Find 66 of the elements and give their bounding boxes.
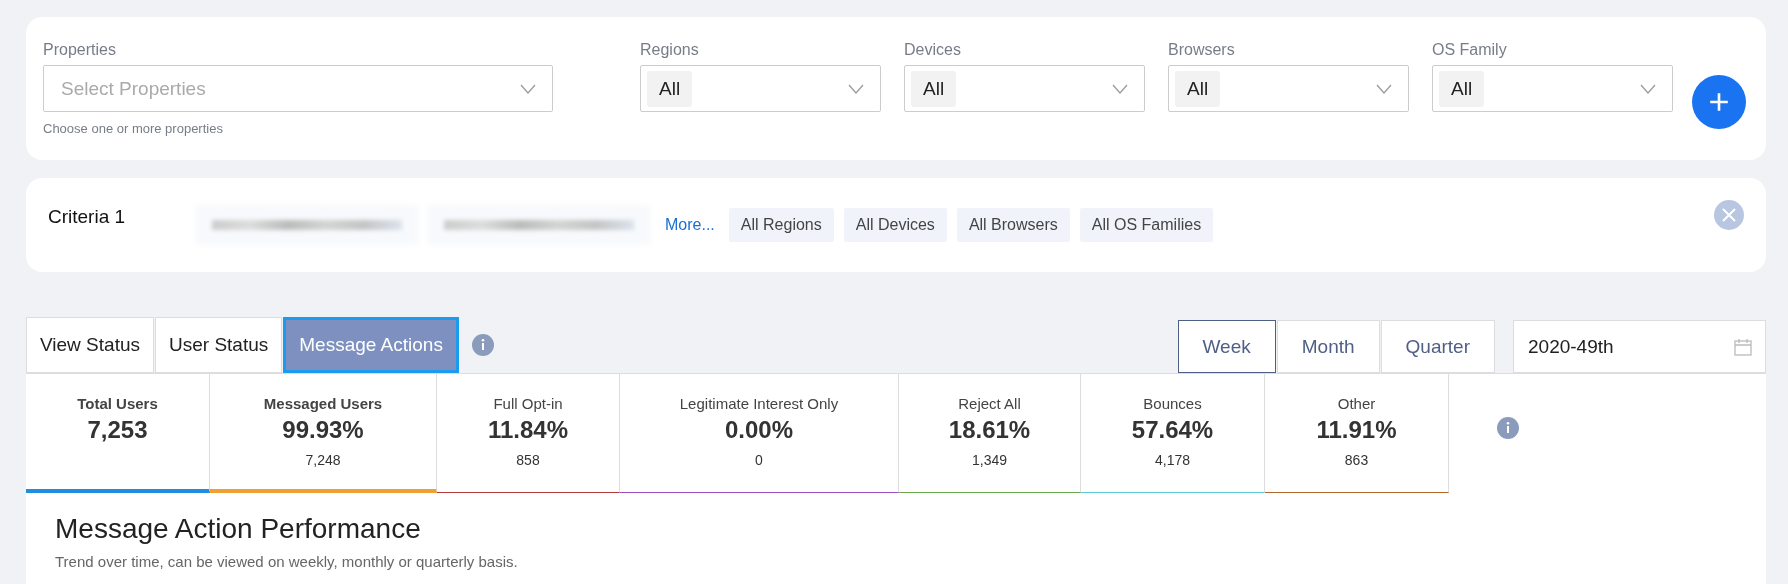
period-button[interactable]: Quarter [1380, 320, 1495, 373]
metric-count: 4,178 [1154, 452, 1190, 468]
value-tag: All [911, 70, 957, 107]
dropdown-select[interactable]: All [640, 65, 881, 112]
metric-label: Reject All [958, 395, 1021, 412]
info-icon[interactable] [1497, 416, 1519, 439]
metric-label: Full Opt-in [493, 395, 563, 412]
criteria-chip: All Devices [843, 208, 947, 242]
plus-icon [1708, 91, 1730, 113]
chevron-down-icon [1112, 83, 1128, 94]
metric-value: 99.93% [282, 416, 364, 444]
section-title: Message Action Performance [55, 513, 422, 545]
metric-value: 57.64% [1131, 416, 1214, 444]
dropdown-select[interactable]: All [1168, 65, 1409, 112]
more-link[interactable]: More... [665, 216, 715, 234]
field-label: OS Family [1432, 41, 1508, 59]
metric-tile[interactable]: Legitimate Interest Only 0.00% 0 [620, 374, 899, 493]
metric-tile[interactable]: Reject All 18.61% 1,349 [899, 374, 1081, 493]
metric-label: Total Users [77, 395, 158, 412]
close-icon[interactable] [1714, 200, 1744, 230]
criteria-chip: All Regions [728, 208, 834, 242]
metric-label: Legitimate Interest Only [679, 395, 839, 412]
tab[interactable]: User Status [155, 317, 283, 373]
metric-count: 0 [755, 452, 763, 468]
chevron-down-icon [520, 83, 536, 94]
add-button[interactable] [1692, 75, 1746, 129]
tab[interactable]: View Status [26, 317, 154, 373]
value-tag: All [1175, 70, 1221, 107]
chevron-down-icon [848, 83, 864, 94]
metric-tile[interactable]: Messaged Users 99.93% 7,248 [210, 374, 437, 493]
value-tag: All [647, 70, 693, 107]
metric-tile[interactable]: Other 11.91% 863 [1265, 374, 1449, 493]
metric-label: Bounces [1143, 395, 1202, 412]
field-label: Properties [43, 41, 117, 59]
metric-value: 11.84% [487, 416, 569, 444]
help-text: Choose one or more properties [43, 121, 224, 136]
period-button[interactable]: Week [1177, 320, 1276, 373]
metric-value: 0.00% [724, 416, 794, 444]
dropdown-select[interactable]: All [904, 65, 1145, 112]
section-subtitle: Trend over time, can be viewed on weekly, monthly or quarterly basis. [55, 553, 519, 570]
value-tag: All [1439, 70, 1485, 107]
field-label: Regions [640, 41, 700, 59]
metric-value: 7,253 [87, 416, 148, 444]
criteria-title: Criteria 1 [48, 206, 127, 228]
metric-tile[interactable]: Bounces 57.64% 4,178 [1081, 374, 1265, 493]
chevron-down-icon [1640, 83, 1656, 94]
info-icon[interactable] [471, 334, 494, 356]
metric-count: 863 [1344, 452, 1369, 468]
dropdown-select[interactable]: All [1432, 65, 1673, 112]
metric-label: Messaged Users [263, 395, 383, 412]
calendar-icon [1733, 336, 1753, 357]
criteria-chip: All Browsers [956, 208, 1070, 242]
criteria-chip: All OS Families [1079, 208, 1214, 242]
field-label: Browsers [1168, 41, 1236, 59]
metric-tile[interactable]: Total Users 7,253 [26, 374, 210, 493]
metric-label: Other [1337, 395, 1376, 412]
metric-count: 7,248 [305, 452, 341, 468]
metric-value: 18.61% [948, 416, 1031, 444]
metric-count: 1,349 [971, 452, 1007, 468]
field-label: Devices [904, 41, 962, 59]
chevron-down-icon [1376, 83, 1392, 94]
period-button[interactable]: Month [1276, 320, 1380, 373]
metric-tile[interactable]: Full Opt-in 11.84% 858 [437, 374, 620, 493]
date-field[interactable]: 2020-49th [1513, 320, 1766, 373]
metric-count: 858 [516, 452, 540, 468]
metric-value: 11.91% [1316, 416, 1397, 444]
